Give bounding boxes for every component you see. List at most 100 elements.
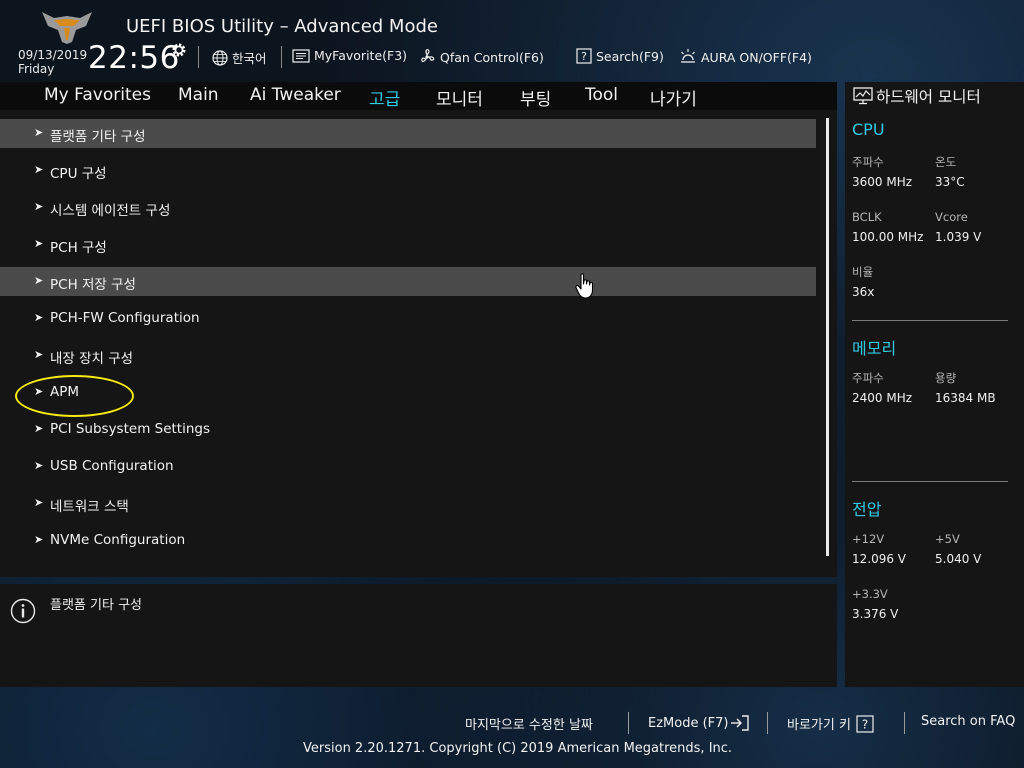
cpu-section-title: CPU [852, 120, 885, 139]
menu-item-label: CPU 구성 [50, 166, 107, 182]
menu-item-pci-subsystem[interactable]: ➤ PCI Subsystem Settings [0, 415, 816, 444]
hotkeys-label: 바로가기 키 [787, 718, 851, 733]
arrow-right-icon: ➤ [34, 237, 44, 250]
monitor-icon [853, 87, 873, 105]
menu-item-nvme[interactable]: ➤ NVMe Configuration [0, 526, 816, 555]
fan-icon [421, 49, 435, 62]
arrow-right-icon: ➤ [34, 422, 44, 435]
hotkeys-button[interactable]: 바로가기 키 ? [787, 714, 874, 733]
tab-my-favorites[interactable]: My Favorites [44, 85, 151, 105]
ratio-label: 비율 [852, 265, 874, 279]
tab-tool[interactable]: Tool [585, 85, 618, 105]
search-faq-button[interactable]: Search on FAQ [921, 714, 1015, 729]
arrow-right-icon: ➤ [34, 200, 44, 213]
menu-item-pch[interactable]: ➤ PCH 구성 [0, 230, 816, 259]
menu-item-pch-fw[interactable]: ➤ PCH-FW Configuration [0, 304, 816, 333]
footer-separator [904, 712, 905, 734]
myfavorite-button[interactable]: MyFavorite(F3) [292, 48, 407, 63]
tab-monitor[interactable]: 모니터 [436, 85, 483, 110]
menu-item-system-agent[interactable]: ➤ 시스템 에이전트 구성 [0, 193, 816, 222]
svg-text:?: ? [581, 50, 587, 63]
header: UEFI BIOS Utility – Advanced Mode 09/13/… [0, 0, 1024, 82]
help-icon: ? [856, 714, 874, 733]
menu-item-label: PCI Subsystem Settings [50, 421, 211, 437]
menu-item-usb[interactable]: ➤ USB Configuration [0, 452, 816, 481]
menu-item-network-stack[interactable]: ➤ 네트워크 스택 [0, 489, 816, 518]
arrow-right-icon: ➤ [34, 274, 44, 287]
tab-exit[interactable]: 나가기 [650, 85, 697, 110]
tab-boot[interactable]: 부팅 [520, 85, 551, 110]
favorite-list-icon [292, 48, 310, 63]
tab-ai-tweaker[interactable]: Ai Tweaker [250, 85, 341, 105]
cpu-freq-value: 3600 MHz [852, 175, 913, 189]
menu-item-platform-misc[interactable]: ➤ 플랫폼 기타 구성 [0, 119, 816, 148]
tab-advanced[interactable]: 고급 [369, 85, 401, 113]
footer-separator [628, 712, 629, 734]
gear-icon[interactable] [171, 42, 187, 58]
menu-item-cpu[interactable]: ➤ CPU 구성 [0, 156, 816, 185]
app-title: UEFI BIOS Utility – Advanced Mode [126, 16, 438, 37]
menu-item-label: PCH 구성 [50, 240, 107, 256]
language-button[interactable]: 한국어 [212, 48, 267, 67]
menu-scrollbar[interactable] [826, 118, 829, 556]
header-separator [198, 46, 199, 68]
day-text: Friday [18, 62, 55, 76]
v5-value: 5.040 V [935, 552, 982, 566]
v33-value: 3.376 V [852, 607, 899, 621]
bclk-value: 100.00 MHz [852, 230, 924, 244]
menu-item-pch-storage[interactable]: ➤ PCH 저장 구성 [0, 267, 816, 296]
myfavorite-label: MyFavorite(F3) [314, 48, 408, 63]
ratio-value: 36x [852, 285, 875, 299]
hw-divider [852, 320, 1008, 321]
menu-item-label: 네트워크 스택 [50, 499, 129, 515]
advanced-menu-panel: ➤ 플랫폼 기타 구성 ➤ CPU 구성 ➤ 시스템 에이전트 구성 ➤ PCH… [0, 110, 837, 577]
hw-divider [852, 481, 1008, 482]
arrow-right-icon: ➤ [34, 533, 44, 546]
qfan-control-button[interactable]: Qfan Control(F6) [418, 48, 544, 66]
mem-capacity-label: 용량 [935, 371, 957, 385]
ezmode-label: EzMode (F7) [648, 715, 729, 731]
menu-item-label: 시스템 에이전트 구성 [50, 203, 171, 219]
aura-button[interactable]: AURA ON/OFF(F4) [679, 48, 812, 66]
search-button[interactable]: ? Search(F9) [576, 48, 664, 64]
mem-capacity-value: 16384 MB [935, 391, 996, 405]
info-description: 플랫폼 기타 구성 [50, 598, 142, 613]
annotation-ellipse [15, 375, 134, 417]
aura-light-icon [681, 49, 695, 63]
mem-freq-value: 2400 MHz [852, 391, 913, 405]
search-faq-label: Search on FAQ [921, 714, 1016, 729]
search-label: Search(F9) [596, 48, 664, 64]
footer-separator [767, 712, 768, 734]
ezmode-button[interactable]: EzMode (F7) [648, 714, 750, 732]
v5-label: +5V [935, 532, 960, 546]
svg-text:?: ? [862, 717, 868, 731]
last-modified-button[interactable]: 마지막으로 수정한 날짜 [465, 714, 593, 733]
vcore-label: Vcore [935, 210, 968, 224]
aura-label: AURA ON/OFF(F4) [701, 49, 812, 65]
voltage-section-title: 전압 [852, 500, 882, 519]
cpu-temp-value: 33°C [935, 175, 965, 189]
bclk-label: BCLK [852, 210, 882, 224]
qfan-label: Qfan Control(F6) [440, 49, 544, 65]
v12-label: +12V [852, 532, 885, 546]
arrow-right-icon: ➤ [34, 496, 44, 509]
date-text: 09/13/2019 [18, 48, 88, 62]
info-icon [10, 598, 36, 624]
cpu-temp-label: 온도 [935, 155, 957, 169]
arrow-right-icon: ➤ [34, 163, 44, 176]
v33-label: +3.3V [852, 587, 888, 601]
tuf-logo-icon [42, 12, 92, 44]
last-modified-label: 마지막으로 수정한 날짜 [465, 718, 593, 733]
hw-title-text: 하드웨어 모니터 [876, 88, 981, 106]
memory-section-title: 메모리 [852, 339, 897, 358]
arrow-right-icon: ➤ [34, 126, 44, 139]
tab-main[interactable]: Main [178, 85, 219, 105]
date-display: 09/13/2019 Friday [18, 48, 87, 76]
menu-item-label: PCH-FW Configuration [50, 310, 200, 326]
menu-item-onboard-devices[interactable]: ➤ 내장 장치 구성 [0, 341, 816, 370]
v12-value: 12.096 V [852, 552, 907, 566]
menu-item-label: 플랫폼 기타 구성 [50, 129, 146, 145]
version-copyright: Version 2.20.1271. Copyright (C) 2019 Am… [303, 741, 733, 756]
language-label: 한국어 [232, 51, 267, 66]
arrow-right-icon: ➤ [34, 311, 44, 324]
